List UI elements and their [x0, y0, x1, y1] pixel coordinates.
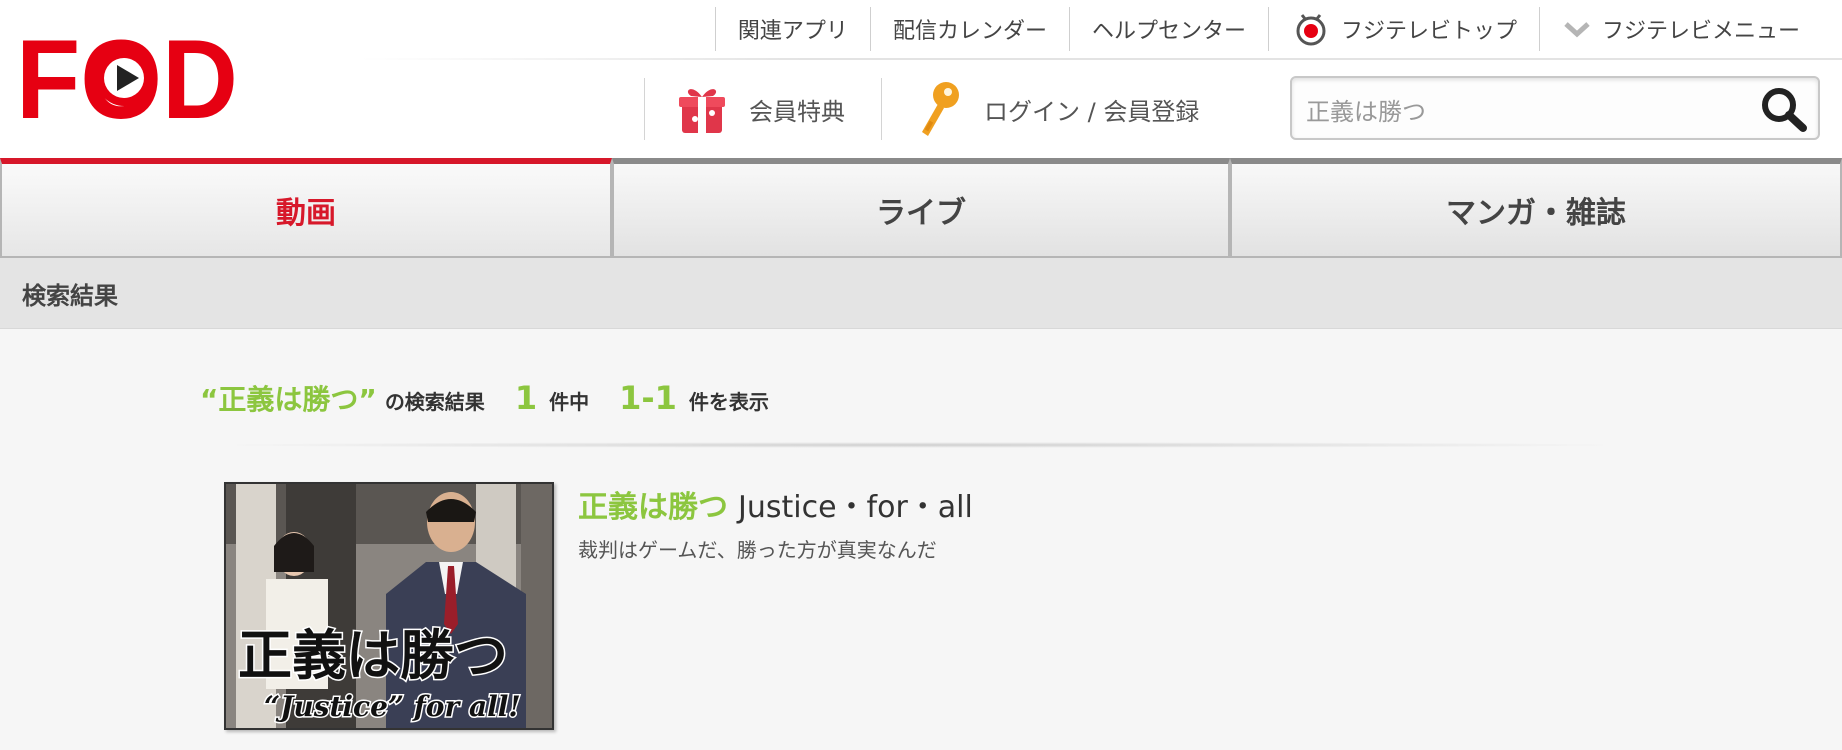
- top-nav-help-center[interactable]: ヘルプセンター: [1068, 7, 1268, 51]
- results-summary: “正義は勝つ” の検索結果 1 件中 1-1 件を表示: [200, 378, 769, 418]
- search-input[interactable]: [1304, 86, 1748, 132]
- results-total-suffix: 件中: [549, 390, 590, 414]
- tab-manga-magazine[interactable]: マンガ・雑誌: [1230, 158, 1842, 258]
- tab-live[interactable]: ライブ: [612, 158, 1230, 258]
- result-title-jp: 正義は勝つ: [578, 490, 728, 525]
- result-title-en: Justice・for・all: [738, 490, 973, 525]
- thumbnail-subtitle-text: “Justice” for all!: [264, 690, 521, 723]
- result-thumbnail[interactable]: 正義は勝つ “Justice” for all!: [224, 482, 554, 730]
- page-heading-bar: 検索結果: [0, 258, 1842, 329]
- top-nav-label: ヘルプセンター: [1091, 19, 1246, 44]
- result-title-link[interactable]: 正義は勝つ Justice・for・all: [578, 482, 973, 526]
- key-icon: [914, 80, 962, 138]
- category-tabs: 動画 ライブ マンガ・雑誌: [0, 158, 1842, 258]
- result-description: 裁判はゲームだ、勝った方が真実なんだ: [578, 538, 937, 562]
- member-benefits-button[interactable]: 会員特典: [644, 78, 881, 140]
- search-box: [1290, 76, 1820, 140]
- gift-icon: [677, 83, 727, 135]
- top-nav-fujitv-menu[interactable]: フジテレビメニュー: [1538, 7, 1822, 51]
- results-range-suffix: 件を表示: [688, 390, 769, 414]
- member-nav: 会員特典 ログイン / 会員登録: [644, 76, 1235, 142]
- top-nav-label: 関連アプリ: [737, 19, 848, 44]
- top-nav-fujitv-top[interactable]: フジテレビトップ: [1267, 7, 1539, 51]
- search-query-text: “正義は勝つ”: [200, 383, 377, 416]
- thumbnail-title-text: 正義は勝つ: [238, 624, 508, 687]
- fujitv-eye-icon: [1291, 11, 1331, 47]
- site-header: FOD 関連アプリ 配信カレンダー ヘルプセンター フジテレビトップ: [0, 0, 1842, 158]
- chevron-down-icon: [1562, 19, 1592, 39]
- summary-divider: [200, 442, 1640, 448]
- results-label: の検索結果: [384, 390, 485, 414]
- search-result-item: 正義は勝つ “Justice” for all! 正義は勝つ Justice・fo…: [224, 482, 1424, 732]
- tab-video[interactable]: 動画: [0, 158, 612, 258]
- search-button[interactable]: [1760, 86, 1808, 132]
- top-nav-calendar[interactable]: 配信カレンダー: [869, 7, 1069, 51]
- results-range: 1-1: [619, 379, 677, 417]
- top-nav: 関連アプリ 配信カレンダー ヘルプセンター フジテレビトップ フジテレビメニュー: [714, 6, 1822, 52]
- fod-logo[interactable]: FOD: [20, 30, 236, 124]
- login-register-button[interactable]: ログイン / 会員登録: [881, 78, 1235, 140]
- header-divider: [360, 58, 1842, 60]
- page-title: 検索結果: [22, 282, 118, 310]
- results-total: 1: [514, 379, 538, 417]
- top-nav-label: フジテレビメニュー: [1601, 19, 1800, 44]
- login-register-label: ログイン / 会員登録: [984, 97, 1200, 126]
- tab-label: 動画: [276, 196, 336, 231]
- tab-label: ライブ: [876, 196, 966, 231]
- top-nav-label: フジテレビトップ: [1340, 19, 1517, 44]
- member-benefits-label: 会員特典: [749, 97, 845, 126]
- top-nav-related-apps[interactable]: 関連アプリ: [714, 7, 870, 51]
- search-icon: [1762, 88, 1807, 132]
- top-nav-label: 配信カレンダー: [892, 19, 1047, 44]
- tab-label: マンガ・雑誌: [1446, 196, 1626, 231]
